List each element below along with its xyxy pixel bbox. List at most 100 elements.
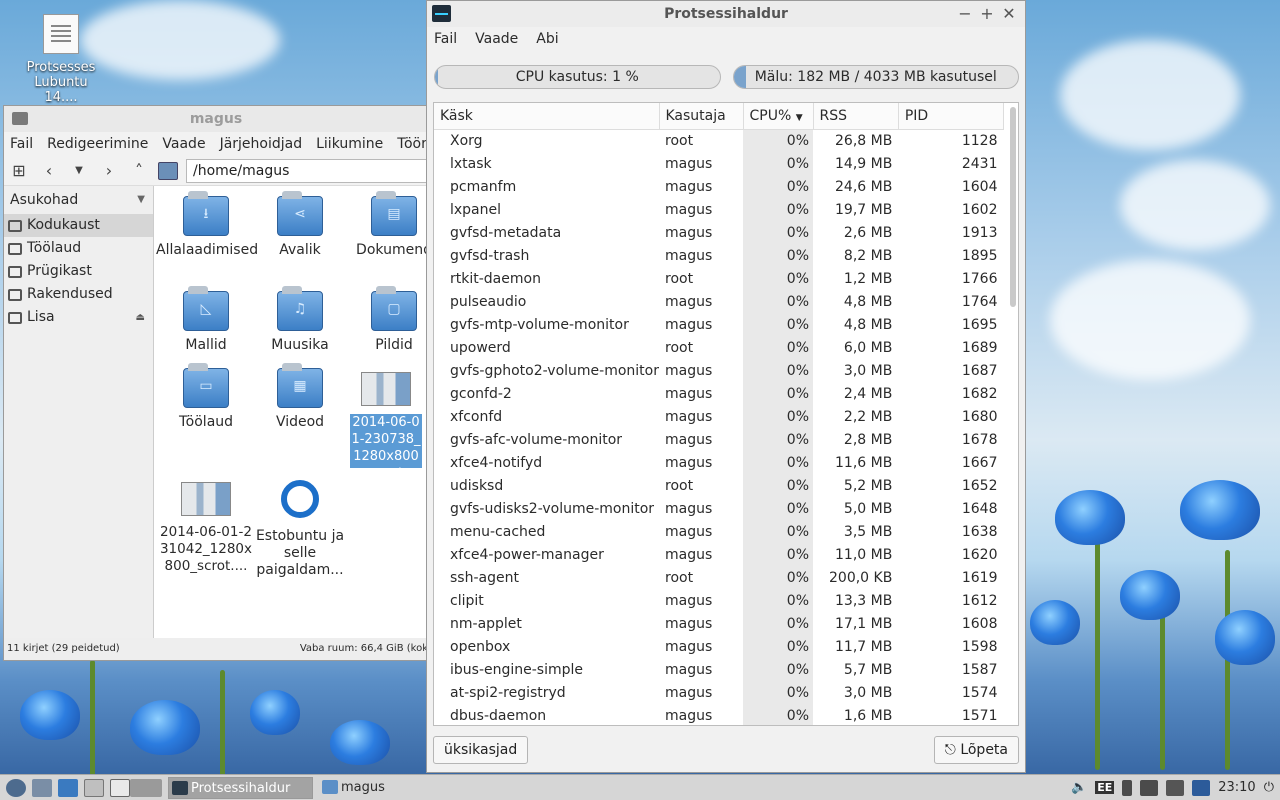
- table-row[interactable]: lxtask magus 0% 14,9 MB 2431: [434, 152, 1004, 175]
- file-item-music[interactable]: ♫ Muusika: [250, 286, 350, 354]
- table-row[interactable]: xfce4-power-manager magus 0% 11,0 MB 1620: [434, 543, 1004, 566]
- table-row[interactable]: xfconfd magus 0% 2,2 MB 1680: [434, 405, 1004, 428]
- minimize-icon[interactable]: −: [955, 1, 975, 27]
- menu-tools[interactable]: Tööri: [397, 132, 428, 156]
- table-row[interactable]: menu-cached magus 0% 3,5 MB 1638: [434, 520, 1004, 543]
- process-pid: 1766: [961, 270, 998, 287]
- table-row[interactable]: lxpanel magus 0% 19,7 MB 1602: [434, 198, 1004, 221]
- table-row[interactable]: Xorg root 0% 26,8 MB 1128: [434, 129, 1004, 152]
- sidebar-item-home[interactable]: Kodukaust: [4, 214, 153, 237]
- table-row[interactable]: dbus-daemon magus 0% 1,6 MB 1571: [434, 704, 1004, 725]
- table-row[interactable]: udisksd root 0% 5,2 MB 1652: [434, 474, 1004, 497]
- maximize-icon[interactable]: +: [977, 1, 997, 27]
- table-row[interactable]: openbox magus 0% 11,7 MB 1598: [434, 635, 1004, 658]
- table-row[interactable]: gvfsd-trash magus 0% 8,2 MB 1895: [434, 244, 1004, 267]
- volume-icon[interactable]: 🔈: [1071, 780, 1087, 795]
- menu-help[interactable]: Abi: [536, 27, 558, 51]
- file-item-videos[interactable]: ▦ Videod: [250, 363, 350, 431]
- task-protsessihaldur[interactable]: Protsessihaldur: [168, 776, 313, 799]
- process-pid: 1895: [961, 247, 998, 264]
- column-command[interactable]: Käsk: [434, 103, 660, 130]
- file-item-downloads[interactable]: ⭳ Allalaadimised: [156, 191, 258, 259]
- table-row[interactable]: nm-applet magus 0% 17,1 MB 1608: [434, 612, 1004, 635]
- up-arrow-icon[interactable]: ˄: [128, 160, 150, 182]
- table-row[interactable]: pcmanfm magus 0% 24,6 MB 1604: [434, 175, 1004, 198]
- menu-bookmarks[interactable]: Järjehoidjad: [220, 132, 303, 156]
- network-icon[interactable]: [1192, 779, 1211, 796]
- close-icon[interactable]: ✕: [999, 1, 1019, 27]
- file-manager-titlebar[interactable]: magus: [4, 106, 428, 132]
- table-row[interactable]: at-spi2-registryd magus 0% 3,0 MB 1574: [434, 681, 1004, 704]
- table-row[interactable]: gvfs-afc-volume-monitor magus 0% 2,8 MB 1678: [434, 428, 1004, 451]
- quit-button[interactable]: ⎋ Lõpeta: [933, 736, 1019, 764]
- sidebar-item-drive[interactable]: Lisa ⏏: [4, 306, 153, 329]
- column-cpu[interactable]: CPU% ▼: [743, 103, 814, 130]
- file-item-documents[interactable]: ▤ Dokumend: [344, 191, 428, 259]
- file-item-pictures[interactable]: ▢ Pildid: [344, 286, 428, 354]
- task-magus[interactable]: magus: [319, 777, 464, 799]
- file-item-desktop[interactable]: ▭ Töölaud: [156, 363, 256, 431]
- keyboard-layout[interactable]: EE: [1095, 781, 1115, 794]
- path-input[interactable]: /home/magus: [186, 158, 428, 183]
- column-rss[interactable]: RSS: [813, 103, 899, 130]
- table-row[interactable]: upowerd root 0% 6,0 MB 1689: [434, 336, 1004, 359]
- table-row[interactable]: gconfd-2 magus 0% 2,4 MB 1682: [434, 382, 1004, 405]
- menu-file[interactable]: Fail: [434, 27, 457, 51]
- table-row[interactable]: ssh-agent root 0% 200,0 KB 1619: [434, 566, 1004, 589]
- eject-icon[interactable]: ⏏: [136, 306, 145, 329]
- new-tab-icon[interactable]: ⊞: [8, 160, 30, 182]
- workspace-1-icon[interactable]: [110, 778, 130, 797]
- column-user[interactable]: Kasutaja: [659, 103, 744, 130]
- details-button[interactable]: üksikasjad: [433, 736, 529, 764]
- task-manager-app-icon: [432, 5, 451, 22]
- file-item-screenshot-2[interactable]: 2014-06-01-231042_1280x800_scrot....: [156, 478, 256, 575]
- column-pid[interactable]: PID: [898, 103, 1005, 130]
- battery-icon[interactable]: [1122, 779, 1133, 796]
- keyboard-icon[interactable]: [1140, 779, 1159, 796]
- menu-view[interactable]: Vaade: [162, 132, 205, 156]
- forward-arrow-icon[interactable]: ›: [98, 160, 120, 182]
- scrollbar[interactable]: [1010, 107, 1016, 307]
- file-item-templates[interactable]: ◺ Mallid: [156, 286, 256, 354]
- clipboard-icon[interactable]: [1166, 779, 1185, 796]
- table-row[interactable]: gvfs-mtp-volume-monitor magus 0% 4,8 MB 1695: [434, 313, 1004, 336]
- process-command: gvfs-mtp-volume-monitor: [450, 316, 629, 333]
- show-desktop-icon[interactable]: [84, 778, 104, 797]
- back-arrow-icon[interactable]: ‹: [38, 160, 60, 182]
- desktop-file-icon[interactable]: Protsesses Lubuntu 14....: [18, 10, 104, 105]
- table-row[interactable]: ibus-engine-simple magus 0% 5,7 MB 1587: [434, 658, 1004, 681]
- sidebar-item-trash[interactable]: Prügikast: [4, 260, 153, 283]
- table-row[interactable]: gvfsd-metadata magus 0% 2,6 MB 1913: [434, 221, 1004, 244]
- file-item-public[interactable]: ⋖ Avalik: [250, 191, 350, 259]
- menu-edit[interactable]: Redigeerimine: [47, 132, 148, 156]
- table-row[interactable]: gvfs-udisks2-volume-monitor magus 0% 5,0 MB…: [434, 497, 1004, 520]
- task-manager-titlebar[interactable]: Protsessihaldur − + ✕: [427, 1, 1025, 27]
- power-icon[interactable]: ⏻: [1264, 780, 1274, 795]
- home-icon: [8, 219, 22, 232]
- process-command: lxpanel: [450, 201, 502, 218]
- file-item-estobuntu[interactable]: Estobuntu ja selle paigaldam...: [250, 478, 350, 579]
- file-item-screenshot-1[interactable]: 2014-06-01-230738_1280x800_scrot.: [350, 368, 422, 468]
- process-cpu: 0%: [743, 152, 813, 175]
- table-row[interactable]: clipit magus 0% 13,3 MB 1612: [434, 589, 1004, 612]
- browser-launcher-icon[interactable]: [58, 778, 78, 797]
- menu-go[interactable]: Liikumine: [316, 132, 383, 156]
- file-label: Estobuntu ja selle paigaldam...: [255, 528, 345, 578]
- table-row[interactable]: xfce4-notifyd magus 0% 11,6 MB 1667: [434, 451, 1004, 474]
- sidebar-item-applications[interactable]: Rakendused: [4, 283, 153, 306]
- file-manager-launcher-icon[interactable]: [32, 778, 52, 797]
- menu-view[interactable]: Vaade: [475, 27, 518, 51]
- table-row[interactable]: rtkit-daemon root 0% 1,2 MB 1766: [434, 267, 1004, 290]
- clock[interactable]: 23:10: [1218, 780, 1255, 795]
- menu-file[interactable]: Fail: [10, 132, 33, 156]
- places-heading[interactable]: Asukohad ▼: [4, 186, 153, 214]
- home-path-icon[interactable]: [158, 161, 178, 180]
- chevron-down-icon[interactable]: ▼: [137, 186, 145, 214]
- history-dropdown-icon[interactable]: ▼: [68, 160, 90, 182]
- workspace-2-icon[interactable]: [130, 778, 162, 797]
- table-row[interactable]: pulseaudio magus 0% 4,8 MB 1764: [434, 290, 1004, 313]
- sidebar-item-desktop[interactable]: Töölaud: [4, 237, 153, 260]
- start-menu-icon[interactable]: [6, 778, 26, 797]
- table-row[interactable]: gvfs-gphoto2-volume-monitor magus 0% 3,0 MB…: [434, 359, 1004, 382]
- process-user: magus: [665, 247, 713, 264]
